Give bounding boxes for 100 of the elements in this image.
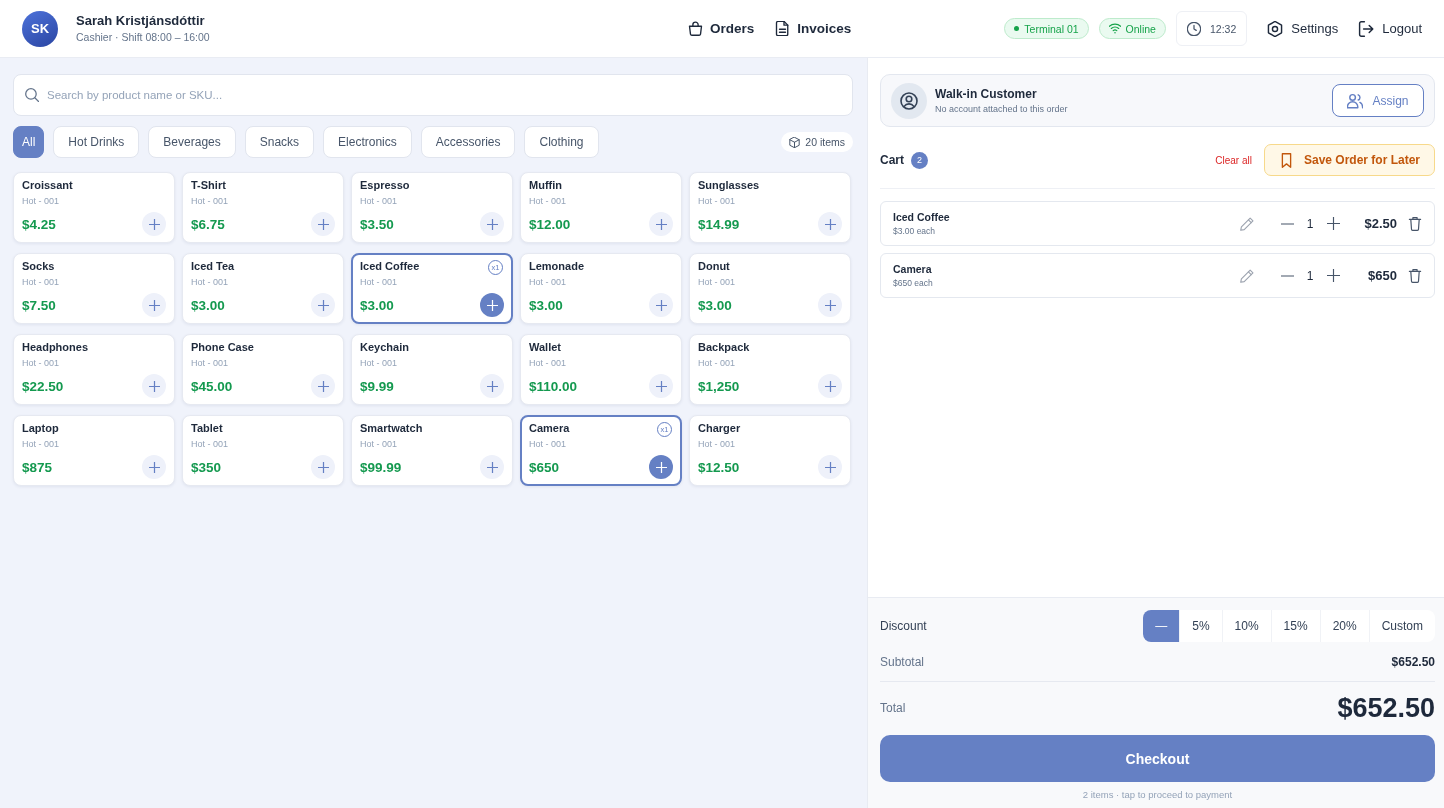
product-name: Camera [529,421,570,435]
category-chip[interactable]: Snacks [244,126,315,158]
product-card[interactable]: Muffin Hot - 001 $12.00 [520,172,682,243]
plus-icon [655,218,667,230]
total-value: $652.50 [1337,692,1435,724]
add-button[interactable] [480,293,504,317]
plus-icon [148,380,160,392]
add-button[interactable] [649,455,673,479]
logout-icon [1358,20,1375,37]
product-card[interactable]: Laptop Hot - 001 $875 [13,415,175,486]
status-dot-icon [1014,26,1020,31]
add-button[interactable] [311,293,335,317]
product-price: $12.00 [529,216,571,232]
product-sku: Hot - 001 [698,439,736,450]
item-name: Camera [893,262,932,276]
add-button[interactable] [311,455,335,479]
product-price: $14.99 [698,216,740,232]
discount-option[interactable]: 10% [1221,610,1271,642]
category-chip[interactable]: Clothing [524,126,599,158]
plus-icon [148,299,160,311]
plus-icon [317,218,329,230]
product-card[interactable]: Sunglasses Hot - 001 $14.99 [689,172,851,243]
category-chip[interactable]: Hot Drinks [53,126,140,158]
product-sku: Hot - 001 [360,277,398,288]
plus-icon [317,380,329,392]
product-card[interactable]: Lemonade Hot - 001 $3.00 [520,253,682,324]
add-button[interactable] [818,455,842,479]
category-chip[interactable]: Beverages [148,126,236,158]
add-button[interactable] [818,212,842,236]
add-button[interactable] [142,293,166,317]
product-sku: Hot - 001 [529,196,567,207]
clear-all-link[interactable]: Clear all [1215,154,1252,166]
product-sku: Hot - 001 [22,358,60,369]
product-card[interactable]: Charger Hot - 001 $12.50 [689,415,851,486]
product-card[interactable]: Headphones Hot - 001 $22.50 [13,334,175,405]
trash-icon [1408,268,1422,283]
product-name: Espresso [360,178,410,192]
product-sku: Hot - 001 [191,196,229,207]
product-card[interactable]: Tablet Hot - 001 $350 [182,415,344,486]
pencil-icon [1240,216,1254,231]
add-button[interactable] [480,374,504,398]
product-card[interactable]: Donut Hot - 001 $3.00 [689,253,851,324]
settings-button[interactable]: Settings [1267,12,1339,45]
nav-link[interactable]: Orders [688,12,755,45]
cart-title: Cart [880,153,904,167]
add-button[interactable] [311,212,335,236]
item-name: Iced Coffee [893,210,950,224]
clock-icon [1186,21,1201,36]
product-card[interactable]: Iced Tea Hot - 001 $3.00 [182,253,344,324]
discount-option[interactable]: 15% [1270,610,1320,642]
category-chip[interactable]: Electronics [323,126,412,158]
add-button[interactable] [142,455,166,479]
search-field[interactable]: Search by product name or SKU... [13,74,853,116]
add-button[interactable] [649,212,673,236]
nav-link[interactable]: Invoices [775,12,852,45]
product-card[interactable]: Espresso Hot - 001 $3.50 [351,172,513,243]
add-button[interactable] [818,293,842,317]
discount-option[interactable]: 20% [1319,610,1369,642]
add-button[interactable] [480,455,504,479]
product-sku: Hot - 001 [360,439,398,450]
logout-button[interactable]: Logout [1358,12,1422,45]
checkout-button[interactable]: Checkout [880,735,1435,782]
plus-icon [486,461,498,473]
product-price: $12.50 [698,459,740,475]
add-button[interactable] [818,374,842,398]
product-price: $3.00 [191,297,225,313]
category-chip[interactable]: Accessories [420,126,516,158]
product-card[interactable]: T-Shirt Hot - 001 $6.75 [182,172,344,243]
save-order-button[interactable]: Save Order for Later [1263,144,1435,176]
discount-option[interactable]: 5% [1179,610,1222,642]
add-button[interactable] [649,374,673,398]
product-card[interactable]: Keychain Hot - 001 $9.99 [351,334,513,405]
item-unit-price: $650 each [893,278,933,289]
product-card[interactable]: Phone Case Hot - 001 $45.00 [182,334,344,405]
product-name: Backpack [698,340,750,354]
discount-option[interactable]: Custom [1368,610,1435,642]
assign-button[interactable]: Assign [1332,84,1424,117]
discount-option[interactable]: — [1143,610,1180,642]
cart-count: 2 [911,151,928,169]
minus-icon [1280,274,1294,277]
product-card[interactable]: Socks Hot - 001 $7.50 [13,253,175,324]
product-price: $22.50 [22,378,64,394]
product-price: $3.50 [360,216,394,232]
add-button[interactable] [142,212,166,236]
product-name: Sunglasses [698,178,760,192]
category-chip[interactable]: All [13,126,45,158]
product-sku: Hot - 001 [529,277,567,288]
product-card[interactable]: Smartwatch Hot - 001 $99.99 [351,415,513,486]
product-card[interactable]: Backpack Hot - 001 $1,250 [689,334,851,405]
product-card[interactable]: Wallet Hot - 001 $110.00 [520,334,682,405]
plus-icon [486,218,498,230]
document-icon [775,21,791,36]
product-sku: Hot - 001 [191,358,229,369]
add-button[interactable] [142,374,166,398]
add-button[interactable] [311,374,335,398]
product-card[interactable]: Croissant Hot - 001 $4.25 [13,172,175,243]
add-button[interactable] [649,293,673,317]
user-name: Sarah Kristjánsdóttir [76,13,205,29]
product-price: $9.99 [360,378,394,394]
add-button[interactable] [480,212,504,236]
